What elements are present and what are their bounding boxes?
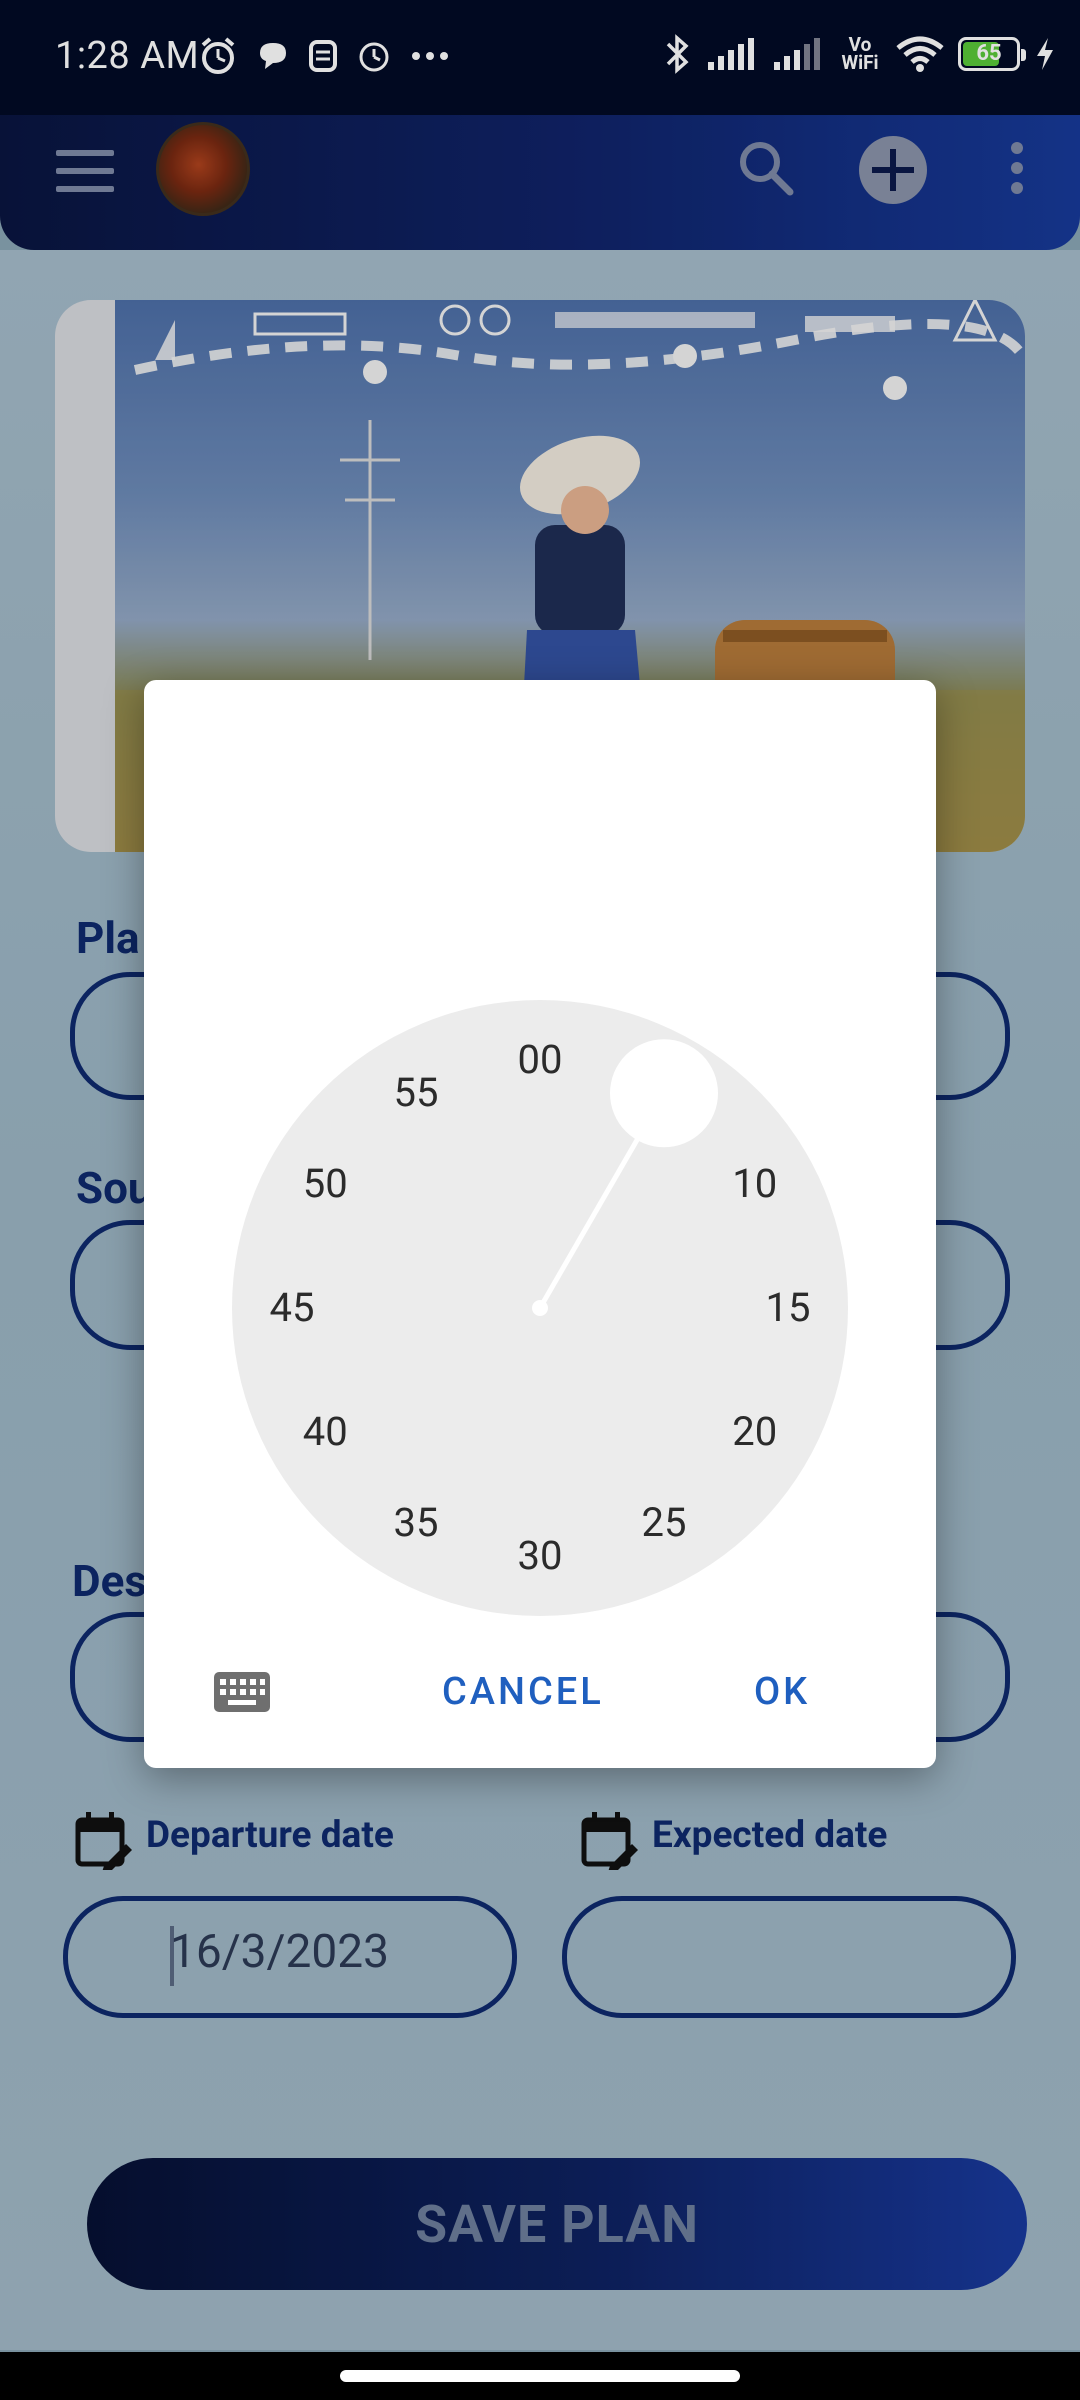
clock-hand [532, 1039, 718, 1316]
ok-button[interactable]: OK [754, 1670, 810, 1714]
clock-center-dot [532, 1300, 548, 1316]
minute-clock-face[interactable]: 000510152025303540455055 [232, 1000, 848, 1616]
selected-minute-indicator [610, 1039, 718, 1148]
home-indicator[interactable] [340, 2370, 740, 2382]
cancel-button[interactable]: CANCEL [442, 1670, 604, 1714]
navigation-bar [0, 2352, 1080, 2400]
keyboard-icon[interactable] [214, 1670, 270, 1714]
time-picker-dialog: 000510152025303540455055 CANCEL OK [144, 680, 936, 1768]
